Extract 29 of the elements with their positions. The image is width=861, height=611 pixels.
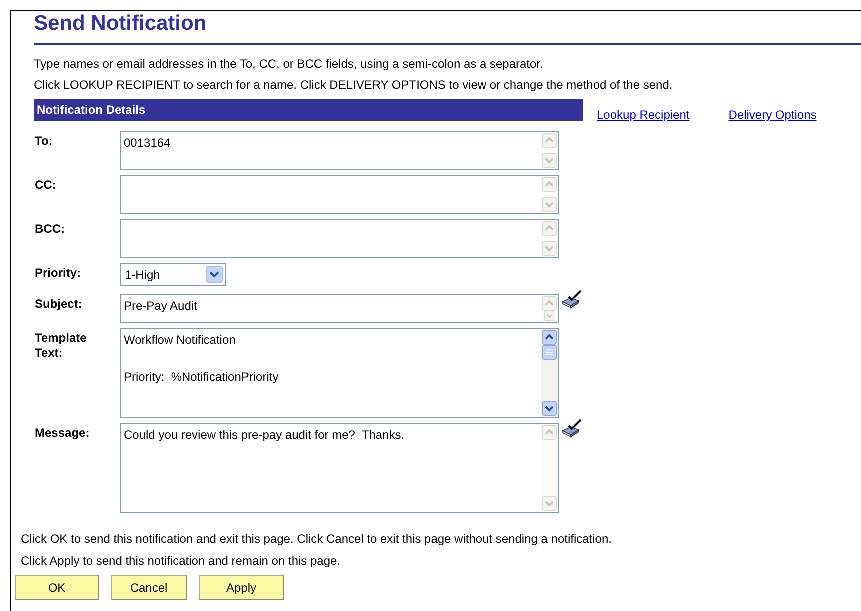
- scroll-down-icon[interactable]: [542, 401, 557, 416]
- action-button[interactable]: Cancel: [111, 575, 187, 600]
- scroll-up-icon[interactable]: [542, 330, 557, 345]
- instruction-text: Type names or email addresses in the To, CC, or BCC fields, using a semi-colon as a separator.: [34, 56, 544, 73]
- scroll-thumb-icon[interactable]: [542, 345, 557, 360]
- spell-check-icon[interactable]: [561, 419, 583, 439]
- field-label: Message:: [35, 425, 91, 441]
- action-button[interactable]: OK: [15, 575, 99, 600]
- spell-check-icon[interactable]: [561, 290, 583, 310]
- priority-select[interactable]: 1-High: [120, 263, 226, 286]
- field-value: 0013164: [124, 135, 171, 152]
- field-value: Could you review this pre-pay audit for me? Thanks.: [124, 427, 405, 444]
- link[interactable]: Delivery Options: [728, 108, 817, 122]
- field-label: BCC:: [35, 221, 66, 237]
- text-field[interactable]: Workflow Notification Priority: %NotificationPriority: [120, 328, 559, 418]
- footer-text: Click OK to send this notification and exit this page. Click Cancel to exit this page without sending a notification.: [21, 531, 613, 548]
- link[interactable]: Lookup Recipient: [597, 108, 690, 122]
- instruction-text: Click LOOKUP RECIPIENT to search for a name. Click DELIVERY OPTIONS to view or change the method of the send.: [34, 77, 674, 94]
- field-label: Subject:: [35, 296, 84, 312]
- field-value: Workflow Notification Priority: %NotificationPriority: [124, 332, 279, 386]
- field-label: CC:: [35, 177, 58, 193]
- footer-text: Click Apply to send this notification and remain on this page.: [21, 553, 342, 570]
- field-label: To:: [35, 133, 54, 149]
- page-title: Send Notification: [34, 11, 208, 36]
- field-label: Priority:: [35, 265, 82, 281]
- field-value: Pre-Pay Audit: [124, 298, 198, 315]
- field-label: Template Text:: [35, 330, 88, 361]
- section-header: Notification Details: [34, 99, 583, 121]
- action-button[interactable]: Apply: [199, 575, 284, 600]
